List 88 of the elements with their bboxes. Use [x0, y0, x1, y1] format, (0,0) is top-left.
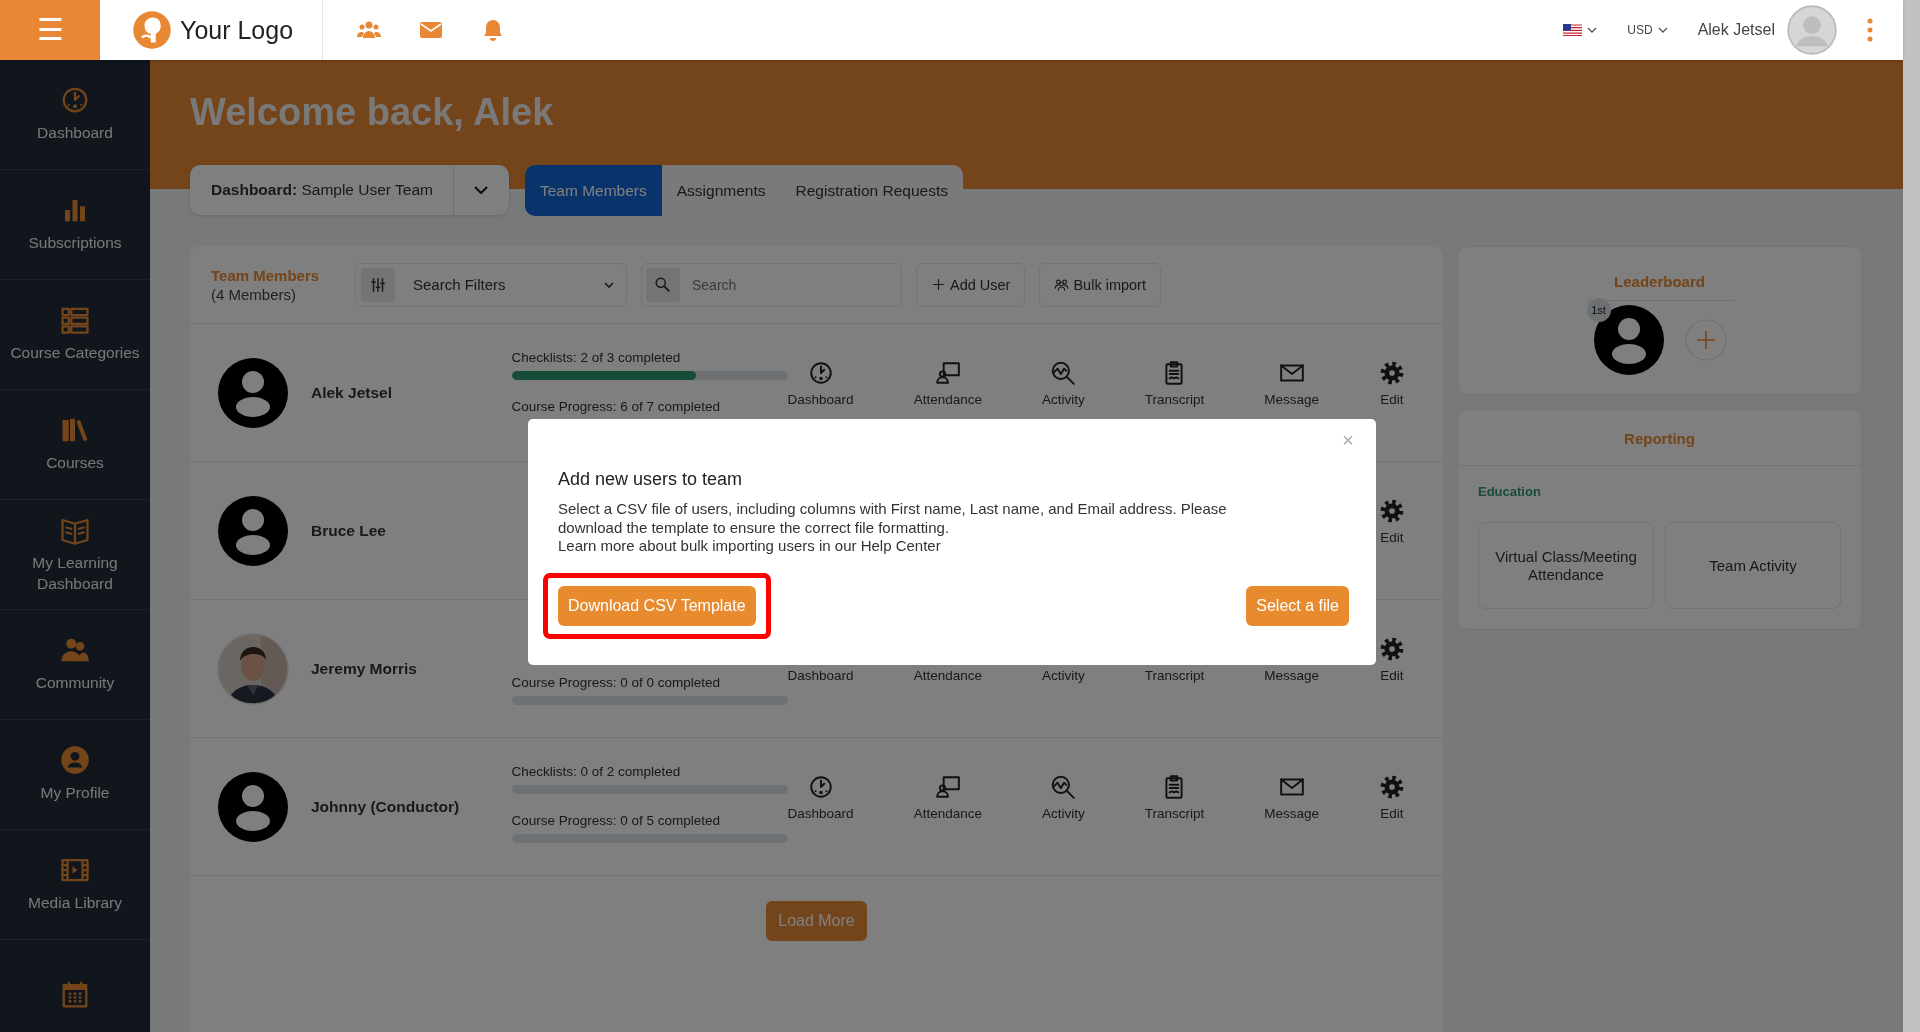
action-link[interactable]: Attendance: [913, 806, 982, 821]
action-link[interactable]: Dashboard: [787, 392, 854, 407]
course-progress-status: Course Progress: 0 of 5 completed: [511, 813, 722, 828]
action-link[interactable]: Activity: [1041, 392, 1085, 407]
checklist-status: Checklists: 0 of 2 completed: [511, 764, 682, 779]
gauge-icon: [807, 360, 834, 386]
action-link[interactable]: Activity: [1041, 806, 1085, 821]
avatar-icon[interactable]: [1787, 5, 1837, 55]
action-link[interactable]: Transcript: [1144, 392, 1205, 407]
action-link[interactable]: Attendance: [913, 392, 982, 407]
flag-icon: [1563, 24, 1583, 36]
action-link[interactable]: Attendance: [913, 668, 982, 683]
action-link[interactable]: Dashboard: [787, 806, 854, 821]
select-file-button[interactable]: Select a file: [1246, 585, 1349, 626]
list-icon: [60, 305, 90, 336]
action-link[interactable]: Message: [1264, 668, 1319, 683]
action-link[interactable]: Dashboard: [787, 668, 854, 683]
checklist-status: Checklists: 2 of 3 completed: [511, 350, 682, 365]
chevron-down-icon: [1587, 27, 1598, 33]
calendar-icon: [60, 979, 90, 1010]
magnifier-wave-icon: [1050, 360, 1077, 386]
currency-select[interactable]: USD: [1627, 23, 1668, 37]
leaderboard-title: Leaderboard: [1613, 272, 1706, 290]
bell-icon[interactable]: [481, 18, 505, 42]
search-field[interactable]: Search: [641, 262, 902, 307]
sliders-icon: [369, 275, 387, 294]
avatar-icon: [1592, 304, 1665, 376]
logo-text: Your Logo: [180, 15, 294, 45]
member-name[interactable]: Alek Jetsel: [311, 383, 512, 402]
chevron-down-icon: [1657, 27, 1668, 33]
action-link[interactable]: Edit: [1380, 392, 1404, 407]
avatar-icon: [217, 494, 289, 567]
more-icon[interactable]: [1867, 18, 1873, 42]
close-button[interactable]: ×: [1342, 429, 1354, 452]
add-user-button[interactable]: Add User: [916, 262, 1026, 307]
member-name[interactable]: Bruce Lee: [311, 521, 526, 540]
presentation-icon: [934, 774, 961, 800]
presentation-icon: [934, 360, 961, 386]
member-name[interactable]: Jeremy Morris: [311, 659, 512, 678]
tab[interactable]: Team Members: [524, 165, 662, 216]
magnifier-wave-icon: [1050, 774, 1077, 800]
people-icon: [1054, 277, 1070, 292]
download-template-button[interactable]: Download CSV Template: [558, 585, 756, 626]
course-progress-status: Course Progress: 6 of 7 completed: [511, 399, 722, 414]
user-circle-icon: [60, 745, 90, 776]
action-link[interactable]: Transcript: [1144, 668, 1205, 683]
action-link[interactable]: Message: [1264, 392, 1319, 407]
gauge-icon: [807, 774, 834, 800]
modal-text: Learn more about bulk importing users in our Help Center: [558, 537, 942, 556]
filter-select[interactable]: Search Filters: [355, 262, 627, 307]
panel-title: Team Members: [211, 266, 321, 284]
action-link[interactable]: Edit: [1380, 668, 1404, 683]
report-tile[interactable]: Virtual Class/Meeting Attendance: [1478, 522, 1654, 609]
action-link[interactable]: Message: [1264, 806, 1319, 821]
user-name: Alek Jetsel: [1697, 21, 1775, 39]
action-link[interactable]: Edit: [1380, 806, 1404, 821]
reporting-title: Reporting: [1458, 410, 1861, 466]
gear-icon: [1379, 498, 1405, 524]
plus-icon: [931, 277, 946, 292]
language-select[interactable]: [1563, 24, 1598, 36]
action-link[interactable]: Activity: [1041, 668, 1085, 683]
gear-icon: [1379, 774, 1405, 800]
member-name[interactable]: Johnny (Conductor): [311, 797, 512, 816]
report-tile[interactable]: Team Activity: [1665, 522, 1841, 609]
modal-title: Add new users to team: [558, 469, 744, 490]
team-select[interactable]: Dashboard: Sample User Team: [190, 165, 509, 215]
gear-icon: [1379, 360, 1405, 386]
search-icon: [654, 275, 672, 294]
welcome-title: Welcome back, Alek: [190, 90, 554, 134]
tab[interactable]: Registration Requests: [780, 165, 963, 216]
avatar-icon: [217, 770, 289, 843]
tab[interactable]: Assignments: [661, 165, 781, 216]
scrollbar[interactable]: [1903, 0, 1920, 1032]
section-label: Education: [1478, 484, 1542, 499]
gear-icon: [1379, 636, 1405, 662]
logo-icon: [132, 10, 172, 50]
rank-badge: 1st: [1586, 298, 1611, 322]
chevron-down-icon: [604, 281, 614, 288]
caret-icon: [474, 186, 489, 194]
modal-text: Select a CSV file of users, including columns with First name, Last name, and Email address. Please download the template to ensure the correct file formatting.: [558, 500, 1228, 537]
add-icon[interactable]: [1684, 319, 1727, 361]
course-progress-status: Course Progress: 0 of 0 completed: [511, 675, 722, 690]
member-count: (4 Members): [211, 285, 297, 303]
bulk-import-button[interactable]: Bulk import: [1039, 262, 1161, 307]
action-link[interactable]: Transcript: [1144, 806, 1205, 821]
avatar-icon: [217, 356, 289, 429]
menu-button[interactable]: ☰: [0, 0, 100, 60]
action-link[interactable]: Edit: [1380, 530, 1404, 545]
